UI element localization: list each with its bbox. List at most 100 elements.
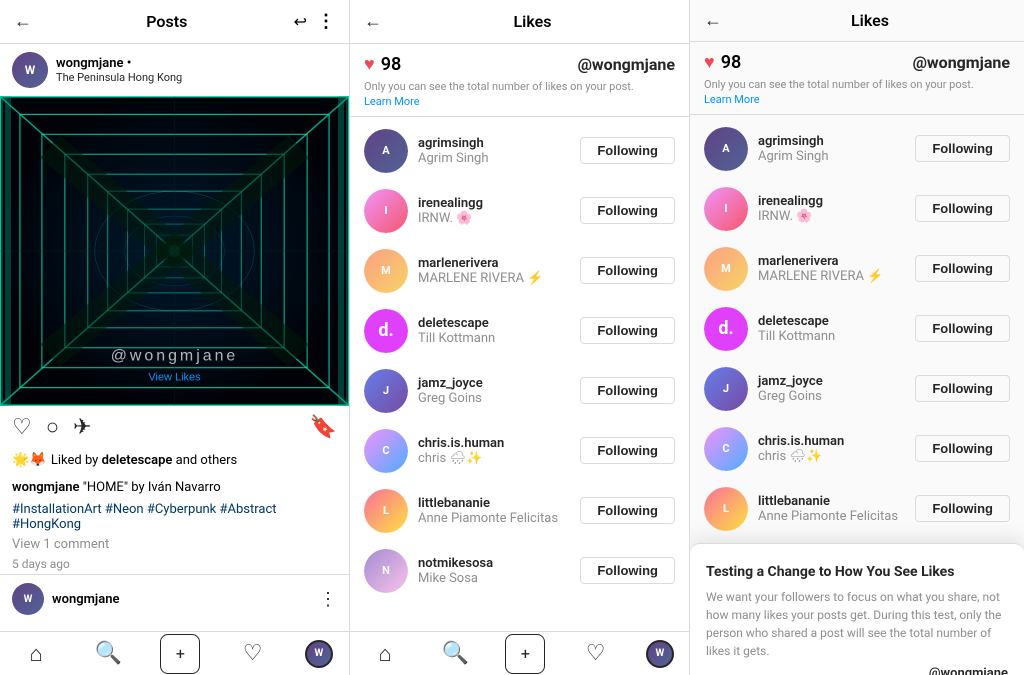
right-following-btn-agrim[interactable]: Following xyxy=(915,135,1010,162)
right-following-btn-little[interactable]: Following xyxy=(915,495,1010,522)
username-agrim[interactable]: agrimsingh xyxy=(418,136,570,151)
following-btn-irene[interactable]: Following xyxy=(580,197,675,224)
likes-count-row: ♥ 98 @wongmjane xyxy=(364,54,675,75)
right-user-avatar-chris[interactable]: C xyxy=(704,427,748,471)
right-username-delete[interactable]: deletescape xyxy=(758,314,905,329)
right-username-chris[interactable]: chris.is.human xyxy=(758,434,905,449)
following-btn-marlene[interactable]: Following xyxy=(580,257,675,284)
right-username-marlene[interactable]: marlenerivera xyxy=(758,254,905,269)
user-display-notmike: Mike Sosa xyxy=(418,571,570,586)
learn-more-link[interactable]: Learn More xyxy=(364,95,420,108)
likes-middle-header-section: ♥ 98 @wongmjane Only you can see the tot… xyxy=(350,44,689,117)
likes-right-count-row: ♥ 98 @wongmjane xyxy=(704,52,1010,73)
posts-back-button[interactable]: ← xyxy=(14,11,32,32)
likes-right-back-button[interactable]: ← xyxy=(704,10,722,31)
right-following-btn-irene[interactable]: Following xyxy=(915,195,1010,222)
right-heart-icon: ♥ xyxy=(704,52,715,73)
following-btn-little[interactable]: Following xyxy=(580,497,675,524)
user-avatar-agrim[interactable]: A xyxy=(364,129,408,173)
likes-right-title: Likes xyxy=(730,11,1010,30)
username-jamz[interactable]: jamz_joyce xyxy=(418,376,570,391)
right-user-list-item: Cchris.is.humanchris 🌧✨ Following xyxy=(690,419,1024,479)
username-little[interactable]: littlebananie xyxy=(418,496,570,511)
likes-middle-back-button[interactable]: ← xyxy=(364,11,382,32)
following-btn-agrim[interactable]: Following xyxy=(580,137,675,164)
nav-add[interactable]: + xyxy=(160,634,200,674)
user-list-item: IirenealinggIRNW. 🌸Following xyxy=(350,181,689,241)
user-avatar-marlene[interactable]: M xyxy=(364,249,408,293)
post-user-header: W wongmjane • The Peninsula Hong Kong xyxy=(0,44,349,96)
post-user-info: wongmjane • The Peninsula Hong Kong xyxy=(56,56,337,84)
user-info-little: littlebananieAnne Piamonte Felicitas xyxy=(418,496,570,526)
following-btn-notmike[interactable]: Following xyxy=(580,557,675,584)
user-avatar-irene[interactable]: I xyxy=(364,189,408,233)
username-marlene[interactable]: marlenerivera xyxy=(418,256,570,271)
right-user-info-jamz: jamz_joyceGreg Goins xyxy=(758,374,905,404)
bottom-user-avatar[interactable]: W xyxy=(12,583,44,615)
right-user-avatar-irene[interactable]: I xyxy=(704,187,748,231)
heart-icon: ♥ xyxy=(364,54,375,75)
right-user-info-little: littlebananieAnne Piamonte Felicitas xyxy=(758,494,905,524)
right-username-irene[interactable]: irenealingg xyxy=(758,194,905,209)
right-user-avatar-agrim[interactable]: A xyxy=(704,127,748,171)
nav-search-m[interactable]: 🔍 xyxy=(435,634,475,674)
nav-profile[interactable]: W xyxy=(305,640,333,668)
user-avatar-little[interactable]: L xyxy=(364,489,408,533)
nav-search[interactable]: 🔍 xyxy=(88,634,128,674)
bookmark-icon[interactable]: 🔖 xyxy=(310,415,337,440)
user-avatar-notmike[interactable]: N xyxy=(364,549,408,593)
right-user-avatar-little[interactable]: L xyxy=(704,487,748,531)
right-following-btn-delete[interactable]: Following xyxy=(915,315,1010,342)
user-avatar-delete[interactable]: d. xyxy=(364,309,408,353)
bottom-more-icon[interactable]: ⋮ xyxy=(319,589,337,610)
more-options-icon[interactable]: ⋮ xyxy=(317,11,335,32)
user-avatar-chris[interactable]: C xyxy=(364,429,408,473)
right-user-list-item: d. deletescapeTill Kottmann Following xyxy=(690,299,1024,359)
username-irene[interactable]: irenealingg xyxy=(418,196,570,211)
post-user-avatar[interactable]: W xyxy=(12,52,48,88)
following-btn-jamz[interactable]: Following xyxy=(580,377,675,404)
comment-link[interactable]: View 1 comment xyxy=(0,535,349,554)
right-following-btn-marlene[interactable]: Following xyxy=(915,255,1010,282)
right-following-btn-jamz[interactable]: Following xyxy=(915,375,1010,402)
nav-home[interactable]: ⌂ xyxy=(16,634,56,674)
right-user-avatar-marlene[interactable]: M xyxy=(704,247,748,291)
user-avatar-jamz[interactable]: J xyxy=(364,369,408,413)
nav-home-m[interactable]: ⌂ xyxy=(365,634,405,674)
posts-panel: ← Posts ↩ ⋮ W wongmjane • The Peninsula … xyxy=(0,0,350,675)
right-user-display-irene: IRNW. 🌸 xyxy=(758,209,905,224)
share-icon[interactable]: ✈ xyxy=(73,415,91,440)
right-user-avatar-delete[interactable]: d. xyxy=(704,307,748,351)
right-user-info-chris: chris.is.humanchris 🌧✨ xyxy=(758,434,905,464)
user-list-item: MmarleneriveraMARLENE RIVERA ⚡ Following xyxy=(350,241,689,301)
nav-heart[interactable]: ♡ xyxy=(233,634,273,674)
liked-by-text: Liked by deletescape and others xyxy=(51,453,237,468)
right-learn-more-link[interactable]: Learn More xyxy=(704,93,760,106)
right-user-avatar-jamz[interactable]: J xyxy=(704,367,748,411)
post-actions: ♡ ○ ✈ 🔖 xyxy=(0,406,349,448)
right-username-agrim[interactable]: agrimsingh xyxy=(758,134,905,149)
testing-text: We want your followers to focus on what … xyxy=(706,588,1008,660)
nav-profile-m[interactable]: W xyxy=(646,640,674,668)
right-username-little[interactable]: littlebananie xyxy=(758,494,905,509)
following-btn-chris[interactable]: Following xyxy=(580,437,675,464)
reply-icon[interactable]: ↩ xyxy=(294,12,307,31)
post-username[interactable]: wongmjane • xyxy=(56,56,337,71)
nav-add-m[interactable]: + xyxy=(505,634,545,674)
comment-icon[interactable]: ○ xyxy=(46,414,59,440)
following-btn-delete[interactable]: Following xyxy=(580,317,675,344)
likes-username: @wongmjane xyxy=(578,55,675,74)
testing-title: Testing a Change to How You See Likes xyxy=(706,564,1008,580)
username-delete[interactable]: deletescape xyxy=(418,316,570,331)
user-info-marlene: marleneriveraMARLENE RIVERA ⚡ xyxy=(418,256,570,286)
username-chris[interactable]: chris.is.human xyxy=(418,436,570,451)
caption-username[interactable]: wongmjane xyxy=(12,480,79,495)
right-username-jamz[interactable]: jamz_joyce xyxy=(758,374,905,389)
caption-text: "HOME" by Iván Navarro xyxy=(83,480,221,495)
username-notmike[interactable]: notmikesosa xyxy=(418,556,570,571)
right-user-display-delete: Till Kottmann xyxy=(758,329,905,344)
nav-heart-m[interactable]: ♡ xyxy=(576,634,616,674)
right-following-btn-chris[interactable]: Following xyxy=(915,435,1010,462)
like-icon[interactable]: ♡ xyxy=(12,415,32,440)
liked-user[interactable]: deletescape xyxy=(102,453,173,468)
